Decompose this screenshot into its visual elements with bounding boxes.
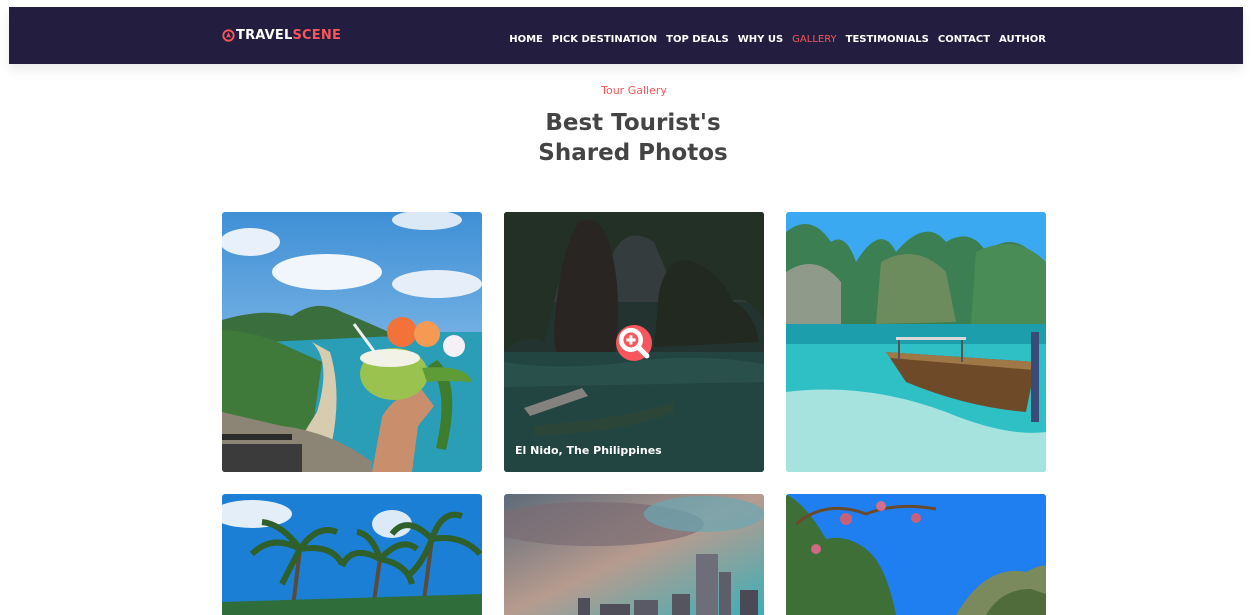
zoom-button[interactable]	[616, 325, 652, 361]
nav-item-top-deals[interactable]: TOP DEALS	[666, 34, 729, 45]
nav-item-gallery[interactable]: GALLERY	[792, 34, 836, 45]
photo-palm-trees	[222, 494, 482, 615]
gallery-photo-longtail-boat[interactable]	[786, 212, 1046, 472]
nav-item-home[interactable]: HOME	[509, 34, 543, 45]
brand-name-accent: SCENE	[292, 27, 342, 43]
nav-item-author[interactable]: AUTHOR	[999, 34, 1046, 45]
gallery-photo-city-skyline[interactable]	[504, 494, 764, 615]
gallery-photo-coconut-beach[interactable]	[222, 212, 482, 472]
gallery-photo-el-nido[interactable]: El Nido, The Philippines	[504, 212, 764, 472]
section-title: Best Tourist's Shared Photos	[538, 110, 728, 166]
brand-name-primary: TRAVEL	[236, 27, 293, 43]
section-subtitle: Tour Gallery	[601, 84, 667, 97]
gallery-photo-island-cliffs[interactable]	[786, 494, 1046, 615]
nav-item-contact[interactable]: CONTACT	[938, 34, 990, 45]
location-pin-icon	[222, 28, 235, 42]
gallery-photo-palm-trees[interactable]	[222, 494, 482, 615]
nav-item-pick-destination[interactable]: PICK DESTINATION	[552, 34, 657, 45]
navbar: TRAVEL SCENE HOME PICK DESTINATION TOP DE…	[9, 7, 1243, 64]
photo-island-cliffs	[786, 494, 1046, 615]
zoom-in-icon	[618, 327, 650, 359]
photo-coconut-beach	[222, 212, 482, 472]
nav-item-why-us[interactable]: WHY US	[738, 34, 783, 45]
nav-item-testimonials[interactable]: TESTIMONIALS	[846, 34, 929, 45]
photo-longtail-boat	[786, 212, 1046, 472]
photo-city-skyline	[504, 494, 764, 615]
brand-logo[interactable]: TRAVEL SCENE	[222, 25, 341, 45]
nav-menu: HOME PICK DESTINATION TOP DEALS WHY US G…	[509, 27, 1046, 46]
photo-caption: El Nido, The Philippines	[515, 444, 662, 457]
